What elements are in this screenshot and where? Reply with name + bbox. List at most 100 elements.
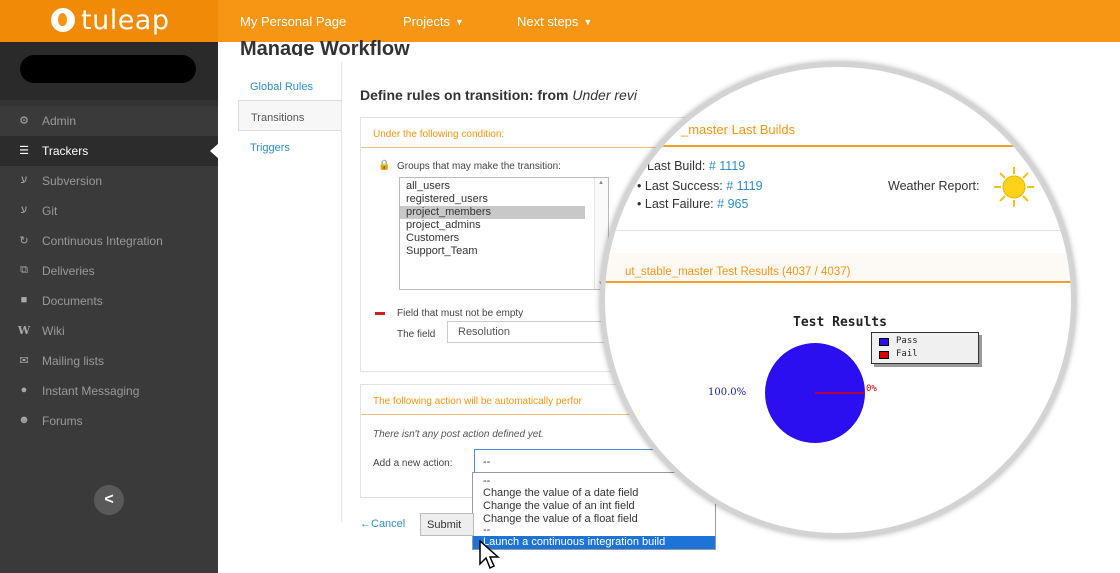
last-success-row: • Last Success: # 1119 <box>637 179 763 193</box>
nav-label: My Personal Page <box>240 14 347 29</box>
logo-text: tuleap <box>81 5 170 36</box>
sidebar-item-wiki[interactable]: W Wiki <box>0 316 218 346</box>
groups-multiselect[interactable]: all_users registered_users project_membe… <box>399 177 609 290</box>
envelope-icon: ✉ <box>19 355 29 367</box>
nav-next-steps-menu[interactable]: Next steps ▼ <box>517 14 592 29</box>
transition-rules-title: Define rules on transition: from Under r… <box>360 87 637 103</box>
test-results-pie-chart <box>765 343 865 443</box>
builds-header: _master Last Builds <box>681 122 796 137</box>
tab-label: Transitions <box>251 112 305 124</box>
weather-report-label: Weather Report: <box>888 179 980 193</box>
nav-projects-menu[interactable]: Projects ▼ <box>403 14 464 29</box>
sidebar-item-label: Continuous Integration <box>42 234 163 248</box>
sidebar-item-admin[interactable]: ⚙ Admin <box>0 106 218 136</box>
chart-title: Test Results <box>793 315 887 330</box>
last-failure-label: Last Failure: <box>644 197 714 211</box>
add-action-label: Add a new action: <box>373 458 453 469</box>
magnifier-lens: _master Last Builds Last Build: # 1119 •… <box>600 62 1076 538</box>
bullet-icon: • <box>637 179 642 193</box>
sidebar-item-continuous-integration[interactable]: ↻ Continuous Integration <box>0 226 218 256</box>
nav-my-personal-page[interactable]: My Personal Page <box>240 14 346 29</box>
collapse-sidebar-button[interactable]: < <box>94 485 124 515</box>
folder-icon: ■ <box>20 294 28 306</box>
users-icon: ☻ <box>18 414 30 426</box>
sidebar-item-label: Subversion <box>42 174 103 188</box>
project-name-redacted[interactable] <box>20 55 196 83</box>
tab-triggers[interactable]: Triggers <box>238 131 342 162</box>
tab-label: Triggers <box>250 142 290 154</box>
tab-transitions[interactable]: Transitions <box>238 100 342 131</box>
submit-button[interactable]: Submit <box>420 513 474 536</box>
sun-icon <box>994 167 1034 207</box>
list-icon: ☰ <box>19 145 29 157</box>
sidebar-item-deliveries[interactable]: ⧉ Deliveries <box>0 256 218 286</box>
sidebar-item-documents[interactable]: ■ Documents <box>0 286 218 316</box>
pie-label-pass: 100.0% <box>708 387 747 398</box>
sidebar-item-label: Deliveries <box>42 264 95 278</box>
last-build-link[interactable]: # 1119 <box>709 159 745 173</box>
nav-label: Projects <box>403 14 450 29</box>
chat-icon: ● <box>20 384 28 396</box>
sidebar-item-label: Wiki <box>42 324 65 338</box>
pie-label-fail: 0% <box>866 384 877 394</box>
page-title: Manage Workflow <box>240 38 410 56</box>
dropdown-option-highlighted[interactable]: Launch a continuous integration build <box>473 536 715 549</box>
gears-icon: ⚙ <box>19 115 29 127</box>
deliveries-icon: ⧉ <box>20 264 28 276</box>
group-option[interactable]: registered_users <box>400 193 585 206</box>
legend-label-fail: Fail <box>896 349 918 359</box>
sidebar-item-label: Admin <box>42 114 77 128</box>
tabs-divider <box>341 62 342 522</box>
widget-divider <box>605 230 1071 231</box>
field-not-empty-label: Field that must not be empty <box>397 308 524 319</box>
sidebar-item-label: Mailing lists <box>42 354 105 368</box>
last-failure-row: • Last Failure: # 965 <box>637 197 748 211</box>
sidebar-item-git[interactable]: ע Git <box>0 196 218 226</box>
select-value: -- <box>483 456 491 468</box>
last-build-row: Last Build: # 1119 <box>647 159 745 173</box>
last-success-label: Last Success: <box>644 179 723 193</box>
group-option[interactable]: all_users <box>400 180 585 193</box>
chart-legend: Pass Fail <box>871 332 979 364</box>
the-field-label: The field <box>397 329 436 340</box>
last-build-label: Last Build: <box>647 159 706 173</box>
screen: tuleap My Personal Page Projects ▼ Next s… <box>0 0 1120 573</box>
legend-swatch-fail <box>879 351 889 359</box>
sidebar-item-label: Instant Messaging <box>42 384 140 398</box>
lock-icon: 🔒 <box>378 160 391 171</box>
tuleap-logo-icon <box>51 8 75 32</box>
last-failure-link[interactable]: # 965 <box>717 197 748 211</box>
tab-label: Global Rules <box>250 81 313 93</box>
sidebar-item-label: Documents <box>42 294 103 308</box>
legend-label-pass: Pass <box>896 336 918 346</box>
refresh-icon: ↻ <box>19 235 29 247</box>
sidebar-item-mailing-lists[interactable]: ✉ Mailing lists <box>0 346 218 376</box>
group-option[interactable]: Customers <box>400 232 585 245</box>
sidebar-item-subversion[interactable]: ע Subversion <box>0 166 218 196</box>
subversion-icon: ע <box>20 174 28 186</box>
tests-header: ut_stable_master Test Results (4037 / 40… <box>625 266 851 278</box>
sidebar-item-label: Forums <box>42 414 83 428</box>
group-option[interactable]: Support_Team <box>400 245 585 258</box>
active-item-indicator <box>210 143 219 159</box>
bullet-icon: • <box>637 197 642 211</box>
nav-label: Next steps <box>517 14 579 29</box>
sidebar-item-label: Git <box>42 204 58 218</box>
group-option[interactable]: project_admins <box>400 219 585 232</box>
cancel-link[interactable]: ←Cancel <box>360 518 405 530</box>
no-action-text: There isn't any post action defined yet. <box>373 429 544 440</box>
caret-down-icon: ▼ <box>583 17 593 27</box>
sidebar-item-instant-messaging[interactable]: ● Instant Messaging <box>0 376 218 406</box>
top-navbar: tuleap My Personal Page Projects ▼ Next s… <box>0 0 1120 42</box>
caret-down-icon: ▼ <box>454 17 464 27</box>
tab-global-rules[interactable]: Global Rules <box>238 70 342 101</box>
legend-swatch-pass <box>879 338 889 346</box>
title-prefix: Define rules on transition: from <box>360 87 569 103</box>
git-icon: ע <box>20 204 28 216</box>
last-success-link[interactable]: # 1119 <box>726 179 762 193</box>
sidebar-item-forums[interactable]: ☻ Forums <box>0 406 218 436</box>
group-option-selected[interactable]: project_members <box>400 206 585 219</box>
mouse-pointer-icon <box>479 540 500 570</box>
tuleap-logo[interactable]: tuleap <box>0 0 218 42</box>
sidebar-item-trackers[interactable]: ☰ Trackers <box>0 136 218 166</box>
